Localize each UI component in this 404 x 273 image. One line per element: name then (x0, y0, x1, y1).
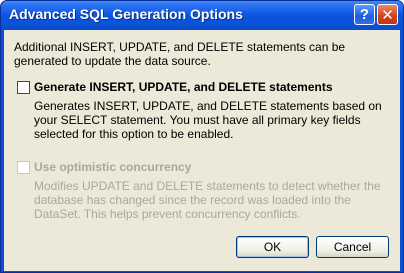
close-icon: ✕ (381, 6, 394, 24)
cancel-button[interactable]: Cancel (316, 236, 389, 258)
generate-statements-description: Generates INSERT, UPDATE, and DELETE sta… (34, 99, 382, 141)
generate-statements-label[interactable]: Generate INSERT, UPDATE, and DELETE stat… (34, 80, 333, 94)
help-button[interactable]: ? (354, 4, 375, 25)
dialog-window: Advanced SQL Generation Options ? ✕ Addi… (0, 0, 404, 273)
intro-text: Additional INSERT, UPDATE, and DELETE st… (14, 40, 346, 68)
title-bar[interactable]: Advanced SQL Generation Options ? ✕ (1, 1, 403, 30)
optimistic-concurrency-description: Modifies UPDATE and DELETE statements to… (34, 179, 381, 221)
help-icon: ? (359, 6, 370, 23)
optimistic-concurrency-checkbox[interactable] (17, 161, 30, 174)
generate-statements-label-text: Generate INSERT, UPDATE, and DELETE stat… (34, 80, 333, 94)
generate-statements-checkbox[interactable] (17, 81, 30, 94)
optimistic-concurrency-label-text: Use optimistic concurrency (34, 160, 192, 174)
close-button[interactable]: ✕ (377, 4, 398, 25)
dialog-body: Additional INSERT, UPDATE, and DELETE st… (4, 30, 400, 271)
window-title: Advanced SQL Generation Options (9, 6, 243, 22)
optimistic-concurrency-label[interactable]: Use optimistic concurrency (34, 160, 191, 174)
ok-button[interactable]: OK (236, 236, 309, 258)
